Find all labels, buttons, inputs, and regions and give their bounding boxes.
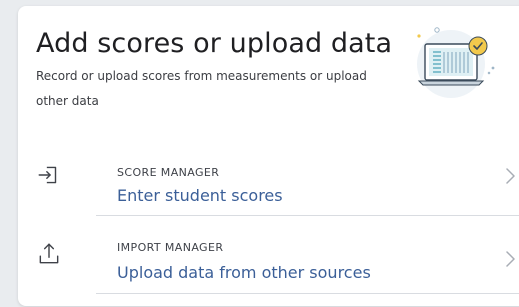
card-title: Add scores or upload data — [36, 28, 393, 59]
row-divider — [96, 293, 519, 294]
score-manager-row[interactable]: SCORE MANAGER Enter student scores — [18, 139, 519, 217]
laptop-with-checkmark-illustration — [417, 27, 495, 98]
upload-icon — [39, 243, 59, 264]
add-scores-card: Add scores or upload data Record or uplo… — [18, 6, 519, 306]
chevron-right-icon — [506, 251, 515, 267]
chevron-right-icon — [506, 168, 515, 184]
card-subtitle: Record or upload scores from measurement… — [36, 69, 367, 108]
enter-student-scores-link[interactable]: Enter student scores — [117, 186, 283, 205]
score-manager-kicker: SCORE MANAGER — [117, 166, 220, 179]
import-manager-row[interactable]: IMPORT MANAGER Upload data from other so… — [18, 218, 519, 296]
upload-data-link[interactable]: Upload data from other sources — [117, 263, 371, 282]
row-divider — [96, 215, 519, 216]
import-manager-kicker: IMPORT MANAGER — [117, 241, 224, 254]
sign-in-icon — [38, 166, 57, 184]
